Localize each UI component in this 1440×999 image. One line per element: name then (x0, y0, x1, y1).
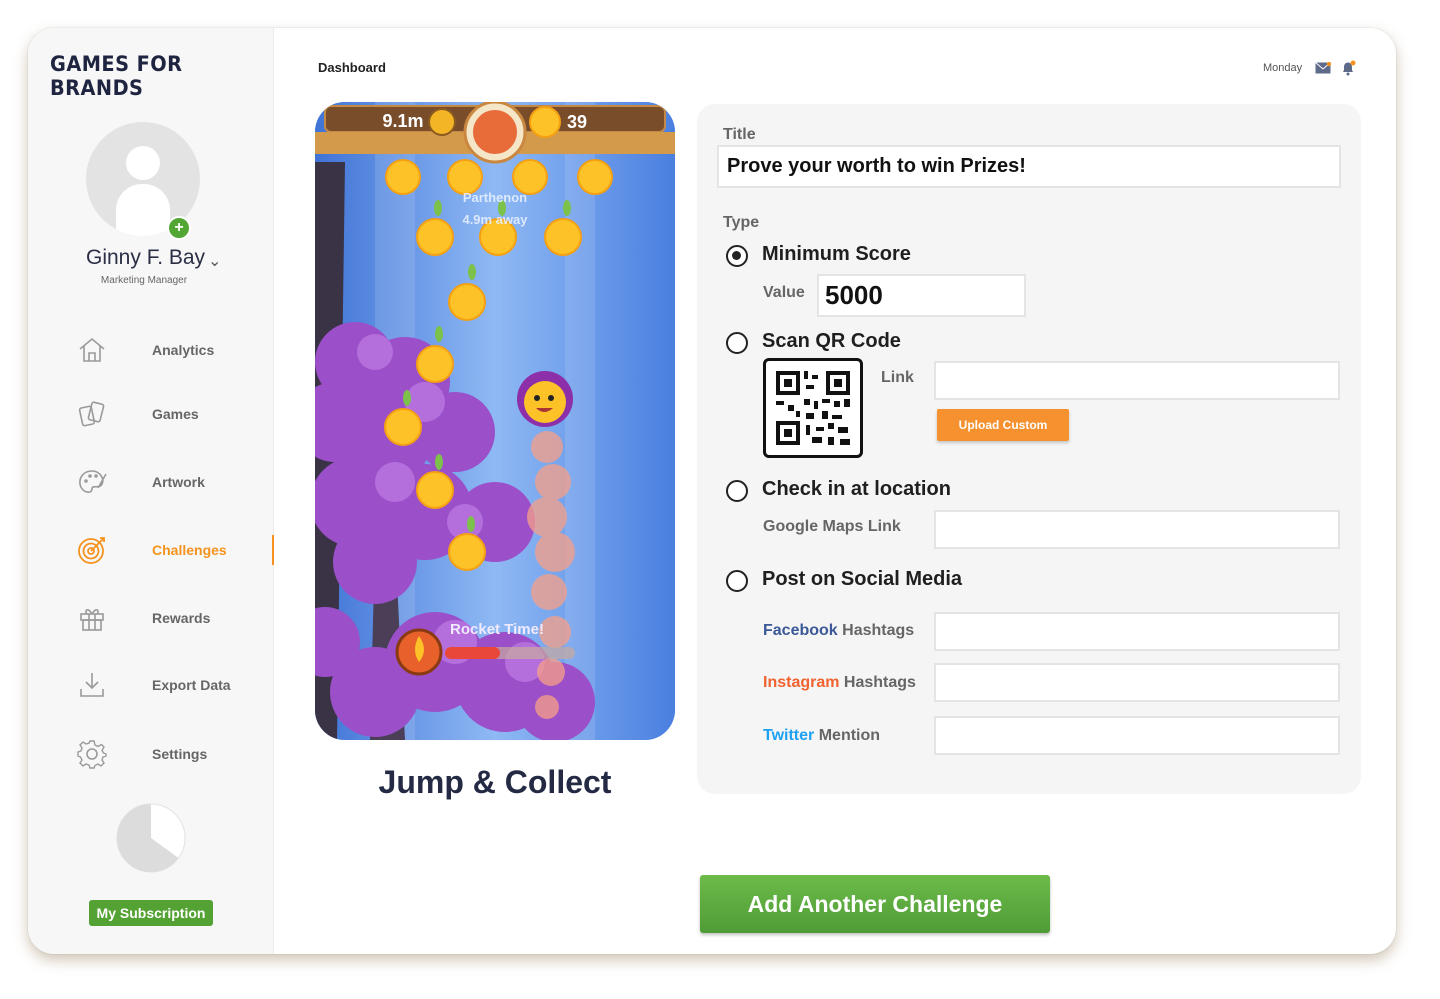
check-in-location-label[interactable]: Check in at location (762, 478, 951, 501)
facebook-hashtags-input[interactable] (934, 612, 1340, 651)
post-social-media-radio[interactable] (726, 570, 748, 592)
hud-distance: 9.1m (382, 111, 423, 131)
mail-icon[interactable] (1315, 62, 1331, 74)
app-window: GAMES FOR BRANDS + Ginny F. Bay ⌄ Market… (28, 28, 1396, 954)
landmark-name: Parthenon (463, 190, 527, 205)
add-another-challenge-button[interactable]: Add Another Challenge (700, 875, 1050, 933)
chevron-down-icon[interactable]: ⌄ (208, 251, 221, 271)
score-value: 5000 (825, 280, 883, 310)
game-scene: 9.1m 39 Parthenon 4.9m away Rocket Time! (315, 102, 675, 740)
upload-custom-button[interactable]: Upload Custom (937, 409, 1069, 441)
home-icon (79, 337, 105, 362)
type-label: Type (723, 214, 760, 231)
user-role: Marketing Manager (100, 275, 188, 286)
game-title: Jump & Collect (378, 764, 612, 800)
sidebar-item-analytics[interactable]: Analytics (72, 330, 272, 370)
sidebar-item-label: Challenges (152, 542, 227, 558)
sidebar-item-label: Export Data (152, 677, 231, 693)
cards-icon (78, 401, 105, 427)
gear-icon (77, 740, 107, 769)
usage-percent-label: 65% (155, 833, 177, 845)
minimum-score-label[interactable]: Minimum Score (762, 243, 911, 266)
user-name[interactable]: Ginny F. Bay (86, 246, 205, 270)
title-label: Title (723, 126, 756, 143)
twitter-mention-input[interactable] (934, 716, 1340, 755)
active-indicator (272, 535, 274, 565)
add-photo-icon[interactable]: + (167, 216, 191, 240)
target-icon (78, 537, 105, 564)
google-maps-link-input[interactable] (934, 510, 1340, 549)
subscription-usage-chart: 65% (116, 803, 186, 873)
sidebar-item-artwork[interactable]: Artwork (72, 462, 272, 502)
qr-link-input[interactable] (934, 361, 1340, 400)
title-value: Prove your worth to win Prizes! (727, 155, 1026, 177)
google-maps-link-label: Google Maps Link (763, 518, 901, 535)
gift-icon (80, 609, 104, 631)
value-label: Value (763, 284, 805, 301)
instagram-hashtags-label: Instagram Hashtags (763, 674, 916, 691)
brand-logo: GAMES FOR BRANDS (50, 52, 183, 100)
sidebar-item-label: Rewards (152, 610, 211, 626)
my-subscription-button[interactable]: My Subscription (89, 900, 213, 926)
game-preview: 9.1m 39 Parthenon 4.9m away Rocket Time! (315, 102, 675, 740)
bell-icon[interactable] (1340, 60, 1356, 76)
sidebar-item-label: Artwork (152, 474, 205, 490)
minimum-score-radio[interactable] (726, 245, 748, 267)
day-label: Monday (1263, 62, 1303, 74)
post-social-media-label[interactable]: Post on Social Media (762, 568, 962, 591)
sidebar-item-challenges[interactable]: Challenges (72, 530, 272, 570)
twitter-mention-label: Twitter Mention (763, 727, 881, 744)
sidebar-item-label: Analytics (152, 342, 215, 358)
sidebar-item-label: Settings (152, 746, 208, 762)
sidebar: GAMES FOR BRANDS + Ginny F. Bay ⌄ Market… (28, 28, 274, 954)
sidebar-item-games[interactable]: Games (72, 394, 272, 434)
sidebar-item-label: Games (152, 406, 199, 422)
sidebar-item-export-data[interactable]: Export Data (72, 665, 272, 705)
sidebar-item-rewards[interactable]: Rewards (72, 598, 272, 638)
qr-code-image (763, 358, 863, 458)
breadcrumb[interactable]: Dashboard (318, 60, 386, 75)
scan-qr-radio[interactable] (726, 332, 748, 354)
sidebar-item-settings[interactable]: Settings (72, 734, 272, 774)
download-icon (80, 673, 104, 697)
check-in-location-radio[interactable] (726, 480, 748, 502)
boost-text: Rocket Time! (450, 621, 544, 638)
scan-qr-label[interactable]: Scan QR Code (762, 330, 901, 353)
facebook-hashtags-label: Facebook Hashtags (763, 622, 915, 639)
title-input[interactable]: Prove your worth to win Prizes! (717, 145, 1341, 188)
link-label: Link (881, 369, 914, 386)
score-value-input[interactable]: 5000 (817, 274, 1026, 317)
palette-icon (79, 470, 107, 493)
instagram-hashtags-input[interactable] (934, 663, 1340, 702)
landmark-distance: 4.9m away (462, 212, 528, 227)
hud-score: 39 (567, 112, 587, 132)
